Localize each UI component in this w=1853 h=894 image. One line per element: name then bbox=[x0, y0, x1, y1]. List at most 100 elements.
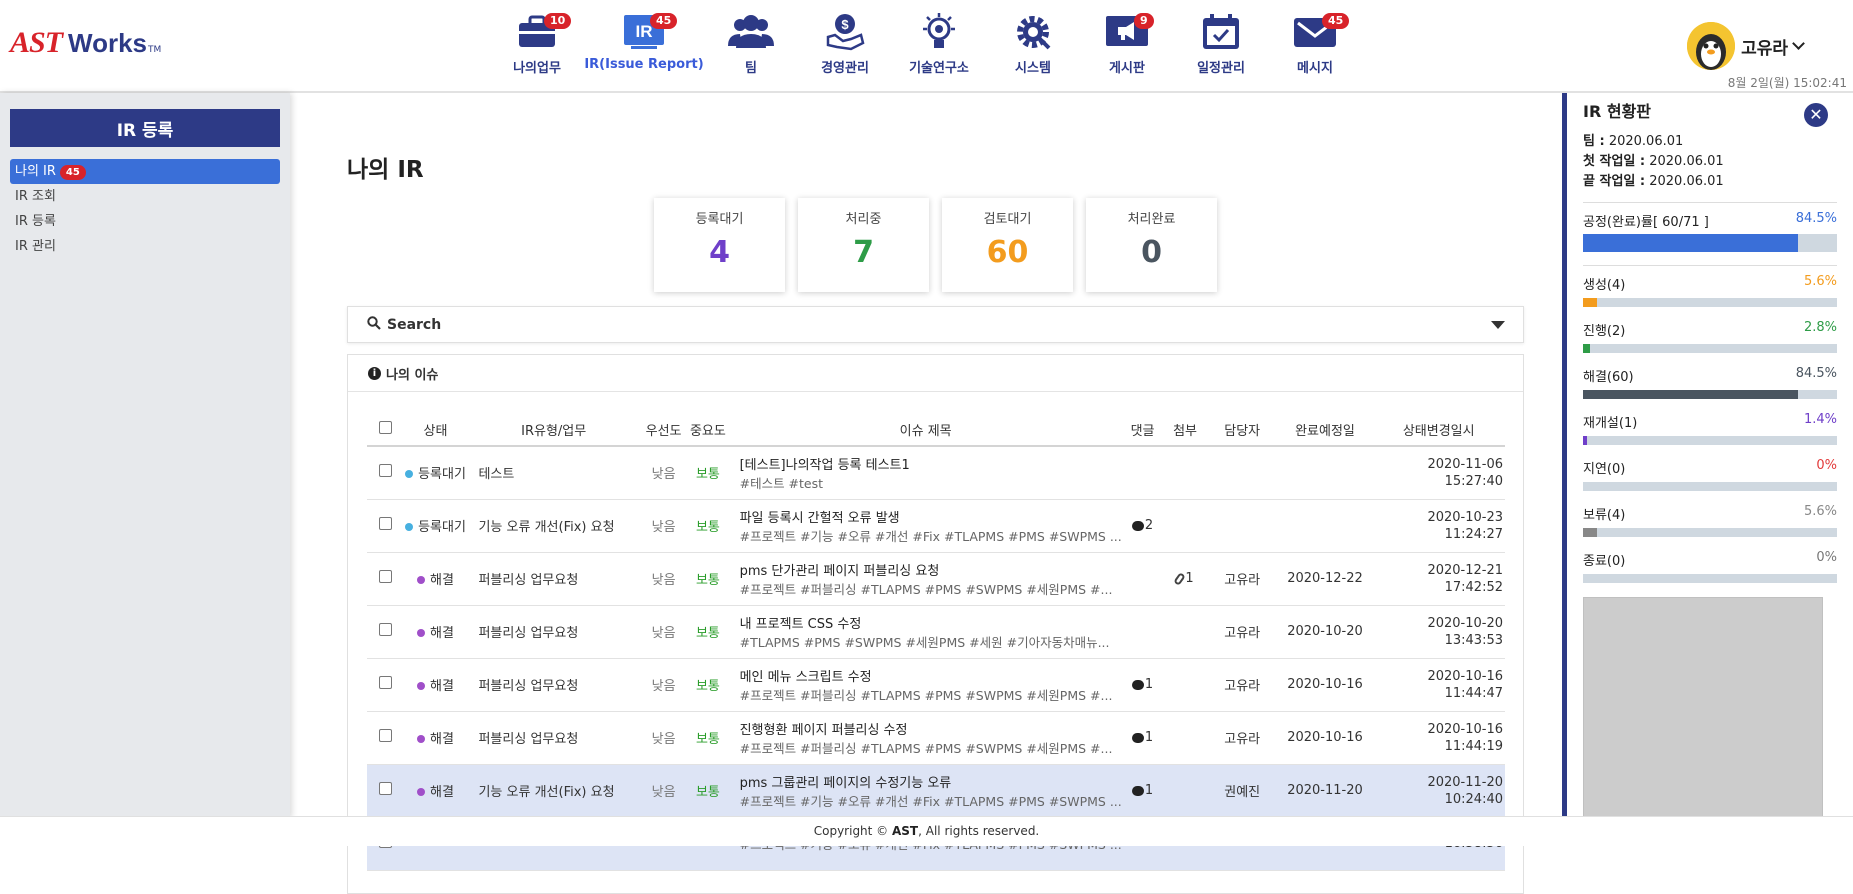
stat-value: 4 bbox=[709, 235, 730, 270]
nav-message[interactable]: 45 메시지 bbox=[1268, 10, 1362, 76]
type-cell: 기능 오류 개선(Fix) 요청 bbox=[466, 764, 641, 818]
nav-lab[interactable]: 기술연구소 bbox=[892, 10, 986, 76]
breakdown-value: 2.8% bbox=[1803, 320, 1837, 335]
row-checkbox[interactable] bbox=[367, 764, 405, 818]
row-checkbox[interactable] bbox=[367, 552, 405, 606]
nav-my-work[interactable]: 10 나의업무 bbox=[490, 10, 584, 76]
breakdown-label: 해결(60) bbox=[1583, 370, 1634, 385]
nav-system[interactable]: 시스템 bbox=[986, 10, 1080, 76]
table-row[interactable]: 해결 퍼블리싱 업무요청 낮음 보통 진행형환 페이지 퍼블리싱 수정 #프로젝트 #퍼블… bbox=[367, 711, 1505, 765]
col-title[interactable]: 이슈 제목 bbox=[729, 413, 1122, 447]
stat-card-review[interactable]: 검토대기 60 bbox=[942, 198, 1073, 292]
row-checkbox[interactable] bbox=[367, 446, 405, 500]
issue-title[interactable]: 진행형환 페이지 퍼블리싱 수정 bbox=[740, 719, 1122, 738]
stat-card-in-progress[interactable]: 처리중 7 bbox=[798, 198, 929, 292]
close-icon[interactable]: ✕ bbox=[1804, 103, 1828, 127]
status-dot bbox=[417, 735, 426, 743]
table-row[interactable]: 등록대기 기능 오류 개선(Fix) 요청 낮음 보통 파일 등록시 간헐적 오류 발생… bbox=[367, 499, 1505, 553]
issue-title[interactable]: 메인 메뉴 스크립트 수정 bbox=[740, 666, 1122, 685]
nav-badge: 10 bbox=[544, 13, 572, 29]
changed-date: 2020-10-20 bbox=[1427, 615, 1503, 631]
col-type[interactable]: IR유형/업무 bbox=[466, 413, 641, 447]
issue-title[interactable]: pms 그룹관리 페이지의 수정기능 오류 bbox=[740, 772, 1122, 791]
stat-cards: 등록대기 4 처리중 7 검토대기 60 처리완료 0 bbox=[654, 198, 1230, 292]
row-checkbox[interactable] bbox=[367, 711, 405, 765]
copyright-suffix: , All rights reserved. bbox=[918, 824, 1040, 838]
search-toggle[interactable]: Search bbox=[347, 306, 1524, 343]
comment-count: 1 bbox=[1144, 783, 1154, 798]
title-cell[interactable]: [테스트]나의작업 등록 테스트1 #테스트 #test bbox=[729, 446, 1122, 500]
title-cell[interactable]: pms 그룹관리 페이지의 수정기능 오류 #프로젝트 #기능 #오류 #개선 #… bbox=[729, 764, 1122, 818]
breakdown-bar bbox=[1583, 390, 1837, 399]
row-checkbox[interactable] bbox=[367, 499, 405, 553]
issue-title[interactable]: 파일 등록시 간헐적 오류 발생 bbox=[740, 507, 1122, 526]
changed-time: 10:24:40 bbox=[1444, 791, 1503, 807]
type-cell: 테스트 bbox=[466, 446, 641, 500]
col-due[interactable]: 완료예정일 bbox=[1277, 413, 1373, 447]
sidebar-item-ir-search[interactable]: IR 조회 bbox=[10, 184, 280, 209]
breakdown-row: 보류(4) 5.6% bbox=[1583, 504, 1837, 523]
stat-value: 60 bbox=[986, 235, 1029, 270]
col-priority[interactable]: 우선도 bbox=[640, 413, 687, 447]
sidebar-item-ir-register[interactable]: IR 등록 bbox=[10, 209, 280, 234]
issue-title[interactable]: pms 단가관리 페이지 퍼블리싱 요청 bbox=[740, 560, 1122, 579]
app-logo[interactable]: AST Works TM bbox=[10, 26, 161, 60]
sidebar-item-ir-manage[interactable]: IR 관리 bbox=[10, 234, 280, 259]
table-row[interactable]: 해결 퍼블리싱 업무요청 낮음 보통 메인 메뉴 스크립트 수정 #프로젝트 #퍼블리싱 … bbox=[367, 658, 1505, 712]
changed-date: 2020-11-06 bbox=[1427, 456, 1503, 472]
panel-title: IR 현황판 bbox=[1583, 102, 1652, 121]
breakdown-fill bbox=[1583, 298, 1598, 307]
status-breakdown-item: 보류(4) 5.6% bbox=[1583, 504, 1837, 537]
logo-works: Works bbox=[68, 28, 148, 58]
nav-label: 시스템 bbox=[1015, 61, 1051, 76]
search-icon bbox=[367, 315, 381, 334]
status-cell: 해결 bbox=[404, 552, 467, 606]
user-menu[interactable]: 고유라 bbox=[1687, 22, 1805, 70]
breakdown-label: 진행(2) bbox=[1583, 324, 1626, 339]
title-cell[interactable]: 내 프로젝트 CSS 수정 #TLAPMS #PMS #SWPMS #세원PMS … bbox=[729, 605, 1122, 659]
stat-label: 검토대기 bbox=[983, 212, 1032, 227]
col-comments[interactable]: 댓글 bbox=[1121, 413, 1164, 447]
table-row[interactable]: 등록대기 테스트 낮음 보통 [테스트]나의작업 등록 테스트1 #테스트 #test 20… bbox=[367, 446, 1505, 500]
comments-cell: 1 bbox=[1121, 764, 1164, 818]
status-dot bbox=[405, 470, 414, 479]
issue-tags: #프로젝트 #퍼블리싱 #TLAPMS #PMS #SWPMS #세원PMS #… bbox=[739, 740, 1113, 756]
attach-cell bbox=[1163, 605, 1207, 659]
title-cell[interactable]: 진행형환 페이지 퍼블리싱 수정 #프로젝트 #퍼블리싱 #TLAPMS #PMS… bbox=[729, 711, 1122, 765]
nav-ir[interactable]: IR 45 IR(Issue Report) bbox=[584, 10, 704, 76]
issue-title[interactable]: [테스트]나의작업 등록 테스트1 bbox=[740, 454, 1122, 473]
issue-title[interactable]: 내 프로젝트 CSS 수정 bbox=[740, 613, 1122, 632]
col-attach[interactable]: 첨부 bbox=[1163, 413, 1207, 447]
title-cell[interactable]: pms 단가관리 페이지 퍼블리싱 요청 #프로젝트 #퍼블리싱 #TLAPMS … bbox=[729, 552, 1122, 606]
row-checkbox[interactable] bbox=[367, 605, 405, 659]
col-status[interactable]: 상태 bbox=[404, 413, 467, 447]
col-changed[interactable]: 상태변경일시 bbox=[1372, 413, 1505, 447]
attach-cell bbox=[1163, 711, 1207, 765]
nav-schedule[interactable]: 일정관리 bbox=[1174, 10, 1268, 76]
table-row[interactable]: 해결 퍼블리싱 업무요청 낮음 보통 내 프로젝트 CSS 수정 #TLAPMS #PMS… bbox=[367, 605, 1505, 659]
nav-team[interactable]: 팀 bbox=[704, 10, 798, 76]
comment-icon bbox=[1131, 679, 1144, 690]
sidebar-item-my-ir[interactable]: 나의 IR 45 bbox=[10, 159, 280, 184]
table-row[interactable]: 해결 기능 오류 개선(Fix) 요청 낮음 보통 pms 그룹관리 페이지의 수정기능… bbox=[367, 764, 1505, 818]
col-assignee[interactable]: 담당자 bbox=[1206, 413, 1278, 447]
nav-management[interactable]: $ 경영관리 bbox=[798, 10, 892, 76]
stat-card-pending[interactable]: 등록대기 4 bbox=[654, 198, 785, 292]
logo-ast: AST bbox=[10, 26, 63, 59]
current-datetime: 8월 2일(월) 15:02:41 bbox=[1727, 76, 1847, 90]
table-row[interactable]: 해결 퍼블리싱 업무요청 낮음 보통 pms 단가관리 페이지 퍼블리싱 요청 #프로젝트… bbox=[367, 552, 1505, 606]
nav-label: 기술연구소 bbox=[909, 61, 969, 76]
stat-card-done[interactable]: 처리완료 0 bbox=[1086, 198, 1217, 292]
title-cell[interactable]: 메인 메뉴 스크립트 수정 #프로젝트 #퍼블리싱 #TLAPMS #PMS #S… bbox=[729, 658, 1122, 712]
changed-cell: 2020-10-20 13:43:53 bbox=[1372, 605, 1505, 659]
select-all-checkbox[interactable] bbox=[367, 413, 405, 447]
breakdown-row: 진행(2) 2.8% bbox=[1583, 320, 1837, 339]
nav-label: IR(Issue Report) bbox=[584, 57, 704, 72]
nav-board[interactable]: 9 게시판 bbox=[1080, 10, 1174, 76]
changed-time: 13:43:53 bbox=[1444, 632, 1503, 648]
row-checkbox[interactable] bbox=[367, 658, 405, 712]
col-importance[interactable]: 중요도 bbox=[686, 413, 730, 447]
title-cell[interactable]: 파일 등록시 간헐적 오류 발생 #프로젝트 #기능 #오류 #개선 #Fix #… bbox=[729, 499, 1122, 553]
status-dot bbox=[417, 682, 426, 690]
sidebar-item-label: 나의 IR bbox=[15, 164, 56, 179]
